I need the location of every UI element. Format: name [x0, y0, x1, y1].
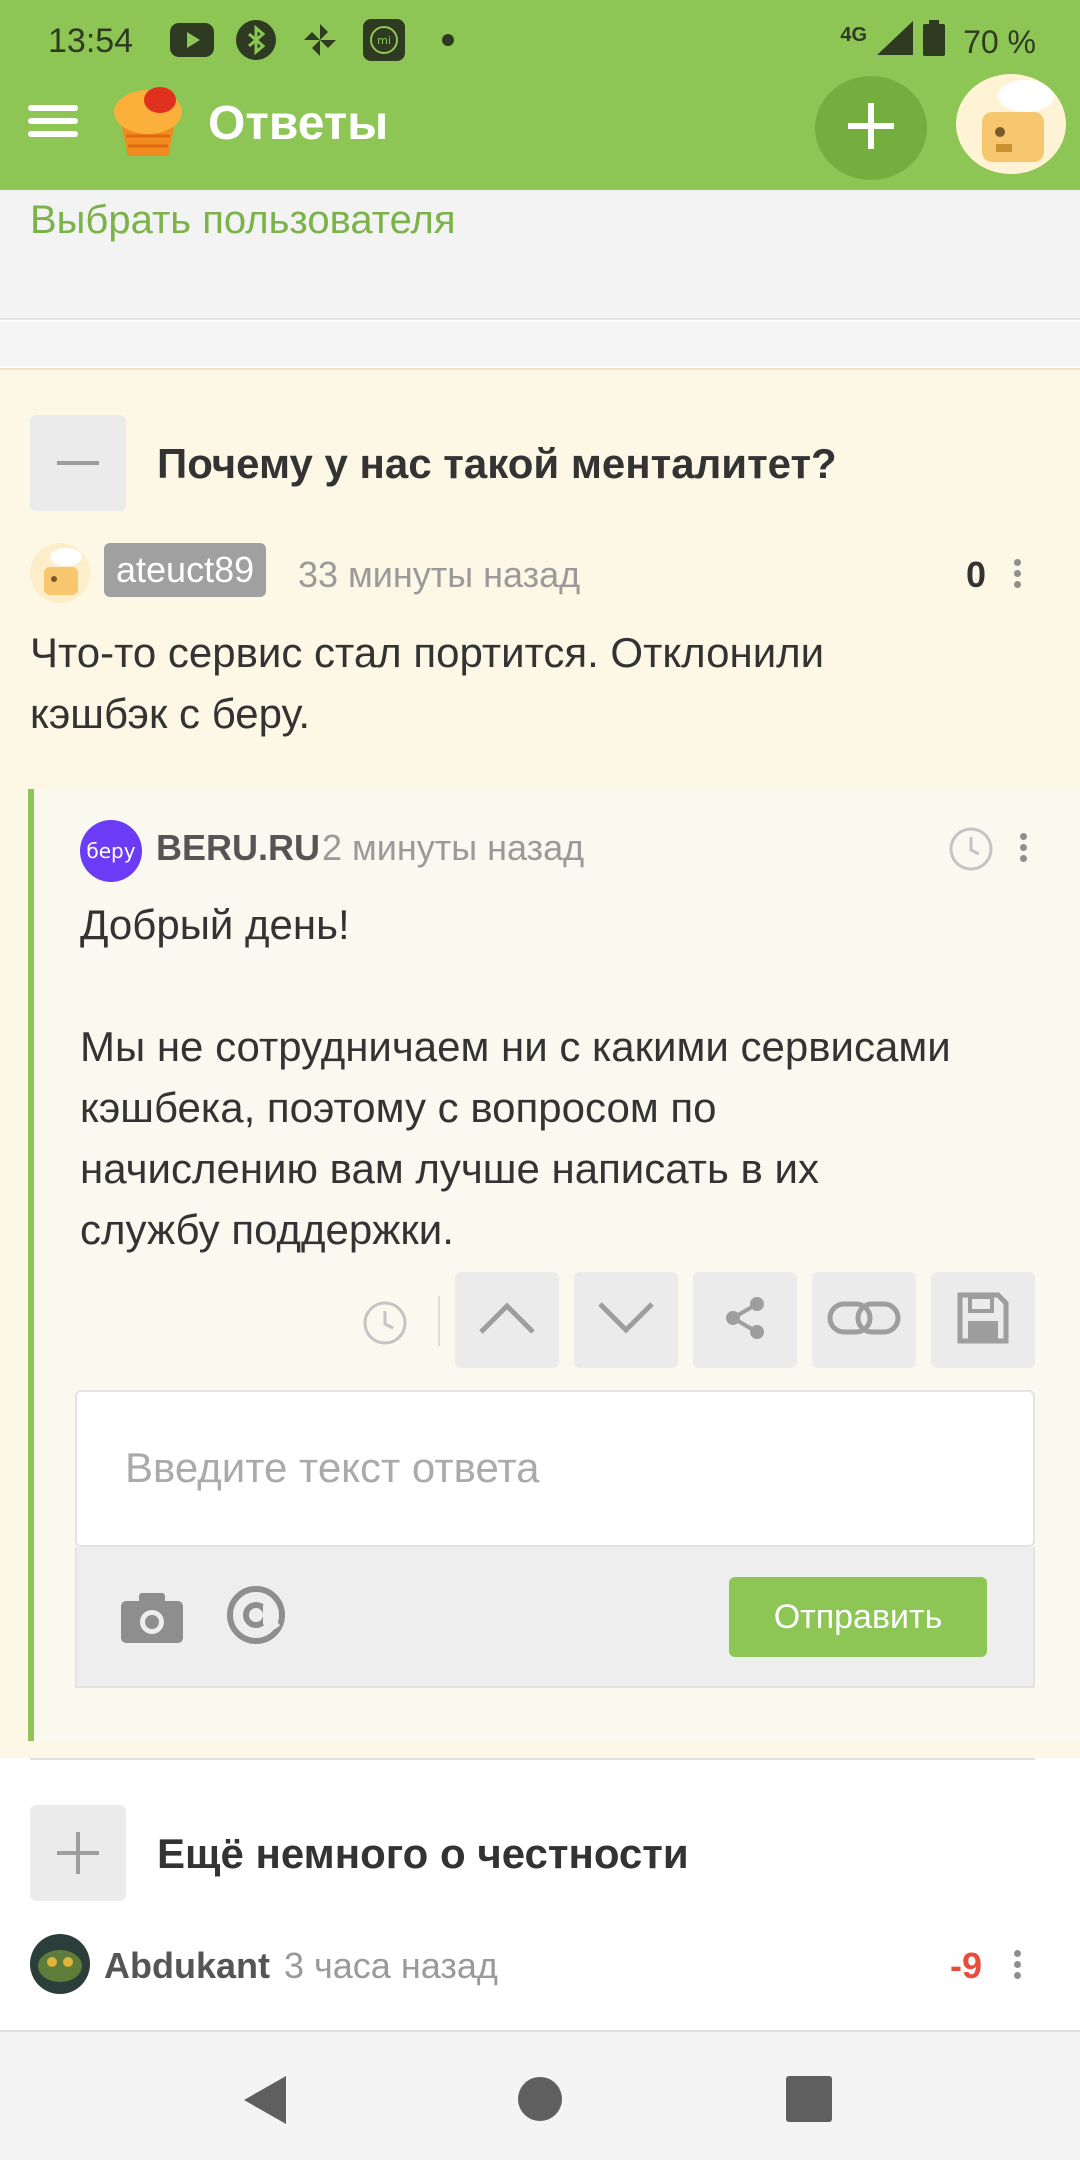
- copy-link-button[interactable]: [812, 1272, 916, 1368]
- reply-author[interactable]: BERU.RU: [156, 827, 320, 869]
- youtube-icon: [170, 18, 214, 62]
- share-icon: [723, 1296, 767, 1345]
- expand-button[interactable]: [30, 1805, 126, 1901]
- more-options-icon[interactable]: [1007, 555, 1027, 595]
- clock-icon: [948, 826, 994, 872]
- app-bar: Ответы: [0, 70, 1080, 190]
- network-type: 4G: [840, 24, 868, 46]
- bluetooth-icon: [234, 18, 278, 62]
- share-button[interactable]: [693, 1272, 797, 1368]
- app-title: Ответы: [208, 97, 389, 150]
- notification-icons: mi: [170, 18, 470, 62]
- back-icon[interactable]: [242, 2074, 288, 2131]
- home-icon[interactable]: [517, 2076, 563, 2127]
- comment-time: 3 часа назад: [284, 1945, 498, 1986]
- reply-input[interactable]: Введите текст ответа: [75, 1390, 1035, 1547]
- more-options-icon[interactable]: [1007, 1946, 1027, 1986]
- reply-line: кэшбека, поэтому с вопросом по: [80, 1084, 717, 1131]
- filter-section: Выбрать пользователя: [0, 190, 1080, 320]
- status-time: 13:54: [48, 22, 134, 60]
- mi-icon: mi: [362, 18, 406, 62]
- add-button[interactable]: [815, 76, 927, 180]
- clock-icon: [362, 1300, 408, 1346]
- thread-title[interactable]: Ещё немного о честности: [157, 1830, 689, 1878]
- reply-time: 2 минуты назад: [322, 827, 585, 868]
- mention-icon[interactable]: [224, 1583, 288, 1652]
- chevron-down-icon: [596, 1298, 656, 1343]
- reply-body: Добрый день! Мы не сотрудничаем ни с как…: [80, 894, 951, 1260]
- comment-score: 0: [966, 554, 987, 595]
- upvote-button[interactable]: [455, 1272, 559, 1368]
- pick-user-link[interactable]: Выбрать пользователя: [30, 198, 456, 243]
- comment-body: Что-то сервис стал портится. Отклонили к…: [30, 622, 824, 744]
- link-icon: [826, 1298, 902, 1343]
- chevron-up-icon: [477, 1298, 537, 1343]
- reply-line: Мы не сотрудничаем ни с какими сервисами: [80, 1023, 951, 1070]
- divider: [30, 1758, 1035, 1760]
- app-logo: [106, 78, 190, 162]
- reply-greeting: Добрый день!: [80, 901, 350, 948]
- status-right: 4G 70 %: [840, 20, 1036, 65]
- send-button[interactable]: Отправить: [729, 1577, 987, 1657]
- reply-line: службу поддержки.: [80, 1206, 454, 1253]
- collapse-button[interactable]: [30, 415, 126, 511]
- comment-time: 33 минуты назад: [298, 554, 581, 595]
- system-nav-bar: [0, 2030, 1080, 2160]
- plus-icon: [848, 102, 894, 154]
- comment-score: -9: [950, 1945, 983, 1986]
- battery-icon: [923, 20, 946, 65]
- minus-icon: [57, 461, 99, 465]
- signal-icon: [877, 21, 914, 64]
- author-chip[interactable]: ateuct89: [104, 543, 267, 597]
- save-button[interactable]: [931, 1272, 1035, 1368]
- pinwheel-icon: [298, 18, 342, 62]
- comment-actions: [30, 1272, 1035, 1372]
- avatar[interactable]: [30, 1934, 90, 1994]
- top-bar: 13:54 mi 4G 70 % Ответы: [0, 0, 1080, 190]
- more-options-icon[interactable]: [1013, 829, 1033, 869]
- camera-icon[interactable]: [121, 1589, 183, 1648]
- divider: [438, 1296, 440, 1346]
- avatar[interactable]: [30, 543, 90, 603]
- comment-line: Что-то сервис стал портится. Отклонили: [30, 629, 825, 676]
- thread-title[interactable]: Почему у нас такой менталитет?: [157, 440, 837, 488]
- dot-icon: [426, 18, 470, 62]
- composer-toolbar: Отправить: [75, 1547, 1035, 1688]
- status-bar: 13:54 mi 4G 70 %: [0, 0, 1080, 80]
- profile-avatar[interactable]: [956, 74, 1066, 174]
- recents-icon[interactable]: [786, 2076, 832, 2127]
- battery-percent: 70 %: [963, 24, 1036, 60]
- beru-logo[interactable]: беру: [80, 820, 142, 882]
- author-name[interactable]: Abdukant: [104, 1945, 270, 1987]
- svg-text:mi: mi: [377, 34, 391, 47]
- comment-line: кэшбэк с беру.: [30, 690, 310, 737]
- hamburger-icon[interactable]: [28, 98, 78, 148]
- floppy-disk-icon: [956, 1291, 1010, 1350]
- spacer: [0, 322, 1080, 367]
- reply-line: начислению вам лучше написать в их: [80, 1145, 819, 1192]
- downvote-button[interactable]: [574, 1272, 678, 1368]
